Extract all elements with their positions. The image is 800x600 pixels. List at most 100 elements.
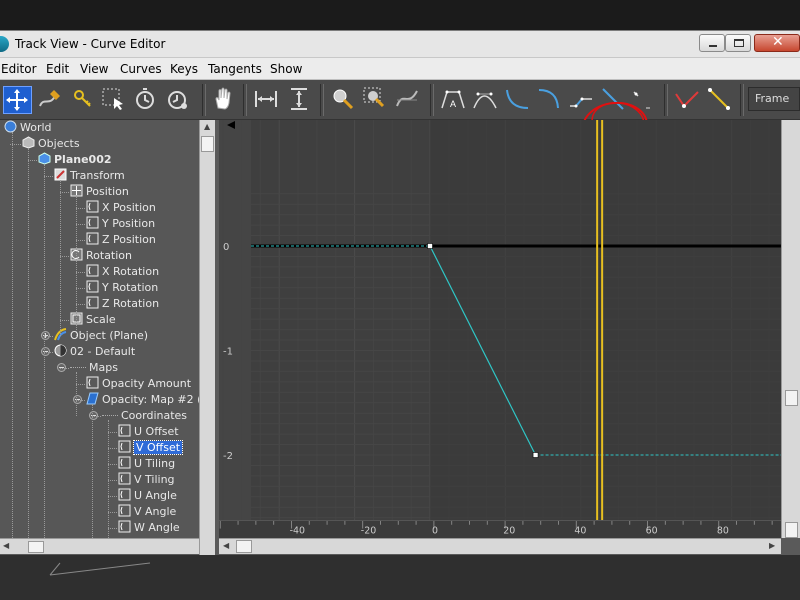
minimize-button[interactable] [699,34,725,52]
graph-vscroll-thumb-lower[interactable] [785,522,798,538]
tree-node[interactable]: Opacity Amount [86,376,191,392]
retime-all-button[interactable] [164,86,190,112]
tree-node[interactable]: V Angle [118,504,176,520]
menu-keys[interactable]: Keys [170,62,198,76]
scroll-left-icon[interactable]: ◀ [223,541,229,550]
tree-connector [76,304,85,305]
menu-edit[interactable]: Edit [46,62,69,76]
tree-node[interactable]: X Position [86,200,156,216]
material-icon [54,344,67,357]
out-of-range-constant-icon [675,91,699,108]
tree-horizontal-scrollbar[interactable]: ◀ [0,538,199,554]
toolbar-separator [202,84,206,116]
tree-node-label: U Tiling [134,457,176,470]
add-keys-icon [74,90,91,107]
tree-node[interactable]: U Angle [118,488,177,504]
menu-view[interactable]: View [80,62,108,76]
tree-node[interactable]: V Tiling [118,472,175,488]
move-keys-button[interactable] [3,86,32,114]
tree-node[interactable]: Y Position [86,216,155,232]
tree-node-label: X Position [102,201,156,214]
tree-node-label: V Tiling [134,473,175,486]
graph-horizontal-scrollbar[interactable]: ◀ ▶ [219,538,781,554]
tree-node[interactable]: Plane002 [38,152,112,168]
track-icon [118,456,131,469]
scroll-left-icon[interactable]: ◀ [3,541,9,550]
minimize-icon [709,45,717,47]
graph-vertical-scrollbar[interactable] [781,120,800,538]
fast-tangent-button[interactable] [504,86,530,112]
scroll-up-icon[interactable]: ▲ [204,122,210,131]
tree-node[interactable]: Y Rotation [86,280,158,296]
draw-curves-button[interactable] [36,86,62,112]
tree-connector [70,367,86,368]
zoom-region-button[interactable] [362,86,388,112]
pan-button[interactable] [210,86,236,112]
tree-node[interactable]: Position [70,184,129,200]
tree-hscroll-thumb[interactable] [28,541,44,553]
zoom-icon [333,89,354,110]
tree-connector [76,372,77,416]
tree-node[interactable]: V Offset [118,440,184,456]
step-tangent-button[interactable] [568,86,594,112]
x-tick-label: 40 [574,525,586,536]
y-tick-label: -1 [223,347,233,358]
tree-node[interactable]: Rotation [70,248,132,264]
zoom-button[interactable] [330,86,356,112]
auto-tangent-button[interactable]: A [440,86,466,112]
tree-vscroll-thumb[interactable] [201,136,214,152]
tree-vertical-scrollbar[interactable]: ▲ ▼ [199,120,215,569]
zoom-region-icon [363,87,385,108]
keyframe[interactable] [427,243,433,249]
out-of-range-constant-button[interactable] [674,86,700,112]
zoom-horizontal-extents-button[interactable] [253,86,279,112]
curve-graph-area[interactable]: 0 -1 -2 -40 -20 0 20 40 60 80 [219,120,800,538]
tree-connector [108,480,117,481]
tree-node[interactable]: W Angle [118,520,180,536]
y-tick-label: -2 [223,451,233,462]
tree-node[interactable]: Z Rotation [86,296,159,312]
pan-icon [215,87,231,110]
tree-node[interactable]: Z Position [86,232,156,248]
menu-tangents[interactable]: Tangents [208,62,262,76]
menu-editor[interactable]: Editor [1,62,37,76]
curve-graph[interactable]: 0 -1 -2 [219,120,781,520]
tree-node[interactable]: Objects [22,136,80,152]
keyframe[interactable] [532,452,539,458]
tree-node[interactable]: Coordinates [102,408,187,424]
region-tool-button[interactable] [100,86,126,112]
tree-node[interactable]: Object (Plane) [54,328,148,344]
graph-vscroll-thumb[interactable] [785,390,798,406]
tree-connector [108,512,117,513]
isolate-curve-button[interactable] [394,86,420,112]
scroll-right-icon[interactable]: ▶ [769,541,775,550]
frame-field[interactable]: Frame [748,87,800,111]
menu-curves[interactable]: Curves [120,62,162,76]
add-keys-button[interactable] [70,86,96,112]
step-tangent-icon [570,97,592,108]
close-button[interactable]: ✕ [754,34,800,52]
linear-tangent-button[interactable] [600,86,626,112]
tree-node[interactable]: X Rotation [86,264,159,280]
tree-node[interactable]: U Tiling [118,456,175,472]
slow-tangent-button[interactable] [536,86,562,112]
background-top [0,0,800,30]
menu-show[interactable]: Show [270,62,302,76]
out-of-range-linear-button[interactable] [706,86,732,112]
tree-node[interactable]: U Offset [118,424,179,440]
graph-hscroll-thumb[interactable] [236,540,252,553]
tree-node[interactable]: 02 - Default [54,344,135,360]
tree-node[interactable]: Transform [54,168,125,184]
tree-connector [76,400,85,401]
curve-editor-window: Track View - Curve Editor ✕ Editor Edit … [0,30,800,569]
time-ruler[interactable]: -40 -20 0 20 40 60 80 [219,520,781,538]
retime-tool-button[interactable] [132,86,158,112]
smooth-tangent-button[interactable] [630,86,656,112]
zoom-value-extents-button[interactable] [286,86,312,112]
tree-connector [60,180,61,336]
custom-tangent-button[interactable] [472,86,498,112]
tree-node[interactable]: Opacity: Map #2 (te [86,392,200,408]
tree-node[interactable]: Maps [70,360,118,376]
maximize-button[interactable] [725,34,751,52]
title-bar[interactable]: Track View - Curve Editor ✕ [0,31,800,58]
